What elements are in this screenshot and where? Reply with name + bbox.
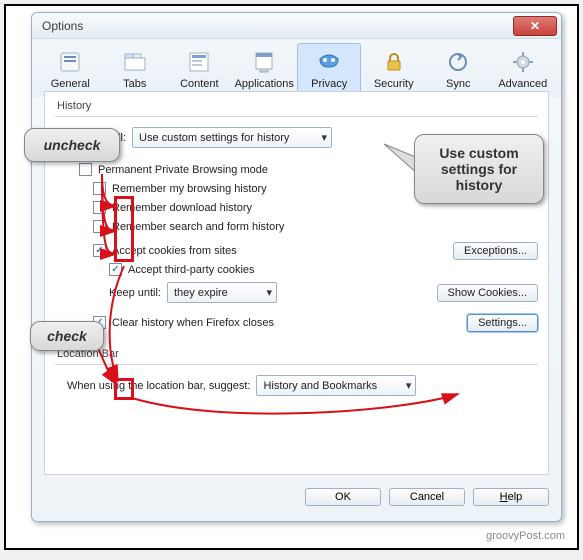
watermark: groovyPost.com bbox=[486, 530, 565, 542]
accept-third-checkbox[interactable] bbox=[109, 263, 122, 276]
keep-until-dropdown[interactable]: they expire ▾ bbox=[167, 282, 277, 303]
annotation-check-bubble: check bbox=[30, 321, 104, 351]
security-lock-icon bbox=[380, 48, 408, 76]
dropdown-value: History and Bookmarks bbox=[263, 380, 377, 392]
help-button[interactable]: Help bbox=[473, 488, 549, 506]
titlebar: Options ✕ bbox=[32, 13, 561, 39]
dialog-footer: OK Cancel Help bbox=[44, 481, 549, 513]
remember-browsing-checkbox[interactable] bbox=[93, 182, 106, 195]
advanced-gear-icon bbox=[509, 48, 537, 76]
tab-label: Advanced bbox=[494, 78, 553, 90]
dropdown-value: Use custom settings for history bbox=[139, 132, 289, 144]
general-icon bbox=[56, 48, 84, 76]
sync-icon bbox=[444, 48, 472, 76]
tab-label: Privacy bbox=[300, 78, 359, 90]
tab-applications[interactable]: Applications bbox=[232, 43, 297, 97]
chevron-down-icon: ▾ bbox=[406, 379, 412, 392]
annotation-callout-bubble: Use custom settings for history bbox=[414, 134, 544, 204]
chevron-down-icon: ▾ bbox=[321, 131, 327, 144]
locationbar-section-label: Location Bar bbox=[45, 332, 548, 364]
suggest-dropdown[interactable]: History and Bookmarks ▾ bbox=[256, 375, 416, 396]
accept-cookies-checkbox[interactable] bbox=[93, 244, 106, 257]
tab-label: Content bbox=[170, 78, 229, 90]
history-section-label: History bbox=[45, 92, 548, 116]
tab-label: Applications bbox=[235, 78, 294, 90]
settings-button[interactable]: Settings... bbox=[467, 314, 538, 332]
screenshot-frame: Options ✕ General Tabs bbox=[4, 4, 579, 550]
applications-icon bbox=[250, 48, 278, 76]
tab-sync[interactable]: Sync bbox=[426, 43, 491, 97]
annotation-uncheck-box bbox=[114, 196, 134, 262]
tab-tabs[interactable]: Tabs bbox=[103, 43, 168, 97]
ok-button[interactable]: OK bbox=[305, 488, 381, 506]
tab-privacy[interactable]: Privacy bbox=[297, 43, 362, 97]
tab-label: Tabs bbox=[106, 78, 165, 90]
window-title: Options bbox=[32, 19, 513, 33]
tab-content[interactable]: Content bbox=[167, 43, 232, 97]
exceptions-button[interactable]: Exceptions... bbox=[453, 242, 538, 260]
annotation-check-box bbox=[114, 378, 134, 400]
chevron-down-icon: ▾ bbox=[266, 286, 272, 299]
tab-general[interactable]: General bbox=[38, 43, 103, 97]
tabs-icon bbox=[121, 48, 149, 76]
keep-until-row: Keep until: they expire ▾ Show Cookies..… bbox=[45, 279, 548, 306]
permanent-pb-checkbox[interactable] bbox=[79, 163, 92, 176]
privacy-mask-icon bbox=[315, 48, 343, 76]
tab-label: Security bbox=[364, 78, 423, 90]
tab-label: Sync bbox=[429, 78, 488, 90]
remember-browsing-label: Remember my browsing history bbox=[112, 183, 267, 195]
clear-on-close-row: Clear history when Firefox closes Settin… bbox=[45, 306, 548, 332]
remember-forms-checkbox[interactable] bbox=[93, 220, 106, 233]
clear-on-close-label: Clear history when Firefox closes bbox=[112, 317, 274, 329]
accept-third-label: Accept third-party cookies bbox=[128, 264, 255, 276]
accept-third-row: Accept third-party cookies bbox=[45, 260, 548, 279]
suggest-label: When using the location bar, suggest: bbox=[67, 380, 250, 392]
dropdown-value: they expire bbox=[174, 287, 228, 299]
tab-strip: General Tabs Content Applications bbox=[32, 39, 561, 97]
options-window: Options ✕ General Tabs bbox=[31, 12, 562, 522]
close-icon: ✕ bbox=[530, 19, 540, 33]
close-button[interactable]: ✕ bbox=[513, 16, 557, 36]
remember-forms-label: Remember search and form history bbox=[112, 221, 284, 233]
permanent-pb-label: Permanent Private Browsing mode bbox=[98, 164, 268, 176]
cancel-button[interactable]: Cancel bbox=[389, 488, 465, 506]
remember-download-checkbox[interactable] bbox=[93, 201, 106, 214]
annotation-uncheck-bubble: uncheck bbox=[24, 128, 120, 162]
show-cookies-button[interactable]: Show Cookies... bbox=[437, 284, 538, 302]
tab-security[interactable]: Security bbox=[361, 43, 426, 97]
content-icon bbox=[185, 48, 213, 76]
tab-advanced[interactable]: Advanced bbox=[491, 43, 556, 97]
history-mode-dropdown[interactable]: Use custom settings for history ▾ bbox=[132, 127, 332, 148]
tab-label: General bbox=[41, 78, 100, 90]
keep-until-label: Keep until: bbox=[109, 287, 161, 299]
